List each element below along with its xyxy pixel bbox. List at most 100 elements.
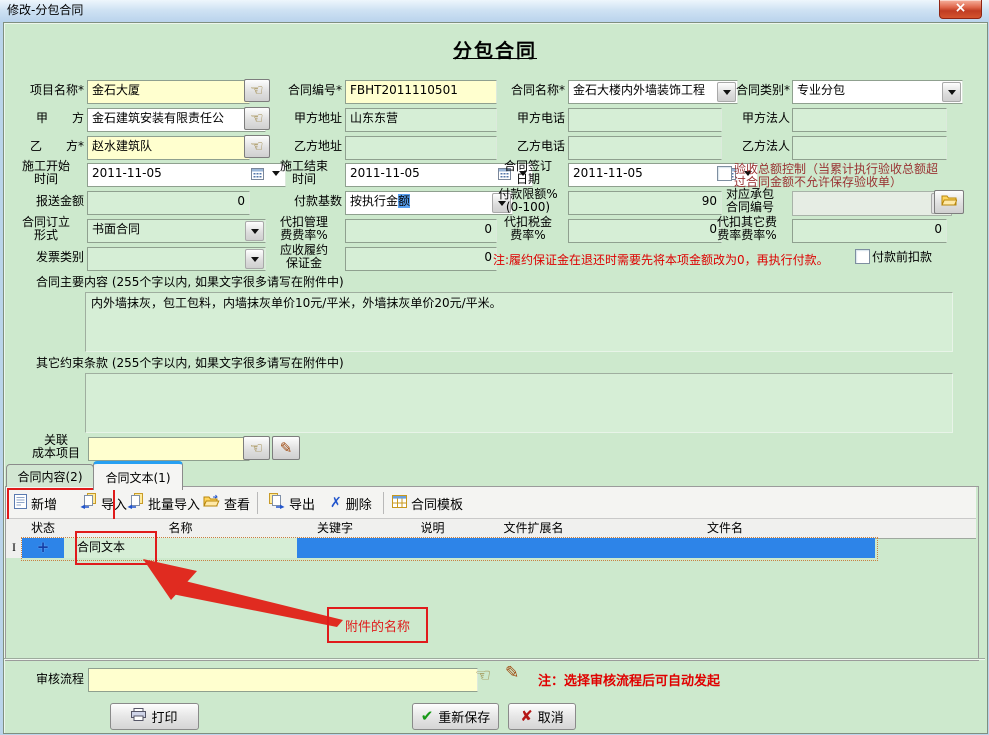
- mgmt-fee-input[interactable]: 0: [345, 219, 497, 243]
- window-title: 修改-分包合同: [7, 3, 83, 17]
- main-content-label: 合同主要内容 (255个字以内, 如果文字很多请写在附件中): [36, 276, 536, 289]
- attachment-keyword-cell[interactable]: [297, 538, 373, 558]
- party-a-select[interactable]: 金石建筑安装有限责任公: [87, 108, 266, 132]
- main-content-textarea[interactable]: 内外墙抹灰，包工包料，内墙抹灰单价10元/平米，外墙抹灰单价20元/平米。: [85, 292, 953, 352]
- pre-payment-deduct-checkbox[interactable]: [855, 249, 870, 264]
- invoice-type-label: 发票类别: [6, 250, 84, 264]
- cancel-x-icon: ✘: [520, 709, 533, 724]
- cancel-button-label: 取消: [538, 707, 564, 726]
- tab-contract-content[interactable]: 合同内容(2): [6, 464, 94, 488]
- payment-limit-input[interactable]: 90: [568, 191, 722, 215]
- related-cost-clear-button[interactable]: ✎: [272, 436, 300, 460]
- attachment-description-cell[interactable]: [373, 538, 492, 558]
- hand-select-icon: ☜: [250, 83, 263, 98]
- print-button[interactable]: 打印: [110, 703, 199, 730]
- deposit-note: 注:履约保证金在退还时需要先将本项金额改为0，再执行付款。: [493, 251, 853, 268]
- other-fee-label: 代扣其它费 费率费率%: [706, 216, 788, 242]
- table-header-filename[interactable]: 文件名: [575, 519, 876, 539]
- view-button[interactable]: 查看: [203, 492, 250, 514]
- invoice-type-select[interactable]: [87, 247, 266, 271]
- browse-contract-button[interactable]: [934, 190, 964, 214]
- table-header-extension[interactable]: 文件扩展名: [492, 519, 576, 539]
- sign-date-value: 2011-11-05: [573, 166, 643, 180]
- party-b-address-input[interactable]: [345, 136, 497, 160]
- review-flow-input[interactable]: [88, 668, 478, 692]
- attachment-status-plus-icon: +: [37, 538, 50, 556]
- party-a-label: 甲 方: [6, 111, 84, 125]
- tab-contract-text[interactable]: 合同文本(1): [93, 461, 183, 490]
- start-date-input[interactable]: 2011-11-05: [87, 163, 286, 187]
- acceptance-control-checkbox[interactable]: [717, 166, 732, 181]
- payment-base-value: 按执行金: [350, 194, 398, 208]
- template-button[interactable]: 合同模板: [392, 492, 463, 514]
- payment-base-label: 付款基数: [266, 194, 342, 208]
- open-folder-icon: [203, 494, 220, 512]
- table-header-description[interactable]: 说明: [373, 519, 493, 539]
- cancel-button[interactable]: ✘ 取消: [508, 703, 576, 730]
- annotation-box-name-cell: [75, 531, 157, 565]
- project-name-label: 项目名称*: [6, 83, 84, 97]
- end-date-value: 2011-11-05: [350, 166, 420, 180]
- other-fee-input[interactable]: 0: [792, 219, 947, 243]
- party-b-phone-label: 乙方电话: [490, 139, 565, 153]
- export-button-label: 导出: [289, 494, 315, 513]
- related-cost-label: 关联 成本项目: [28, 434, 84, 460]
- attachment-status-cell[interactable]: +: [22, 538, 64, 558]
- export-icon: [268, 493, 285, 513]
- party-a-phone-input[interactable]: [568, 108, 722, 132]
- hand-select-icon: ☜: [250, 111, 263, 126]
- folder-icon: [941, 194, 957, 210]
- contract-type-value: 专业分包: [797, 83, 845, 97]
- party-a-phone-label: 甲方电话: [490, 111, 565, 125]
- other-terms-label: 其它约束条款 (255个字以内, 如果文字很多请写在附件中): [36, 357, 536, 370]
- start-date-label: 施工开始 时间: [8, 160, 84, 186]
- calendar-icon[interactable]: [251, 167, 264, 185]
- contract-no-input[interactable]: FBHT2011110501: [345, 80, 497, 104]
- party-b-phone-input[interactable]: [568, 136, 722, 160]
- close-button[interactable]: ×: [939, 0, 982, 19]
- batch-import-button-label: 批量导入: [148, 494, 200, 513]
- deposit-input[interactable]: 0: [345, 247, 497, 271]
- row-indicator: I: [6, 538, 23, 558]
- chevron-down-icon[interactable]: [245, 221, 264, 241]
- party-a-legal-input[interactable]: [792, 108, 947, 132]
- report-amount-input[interactable]: 0: [87, 191, 250, 215]
- pencil-icon[interactable]: ✎: [505, 665, 519, 682]
- chevron-down-icon[interactable]: [245, 249, 264, 269]
- page-title: 分包合同: [395, 36, 595, 63]
- attachment-extension-cell[interactable]: [492, 538, 575, 558]
- attachment-filename-cell[interactable]: [575, 538, 875, 558]
- annotation-label: 附件的名称: [345, 616, 410, 635]
- end-date-label: 施工结束 时间: [268, 160, 340, 186]
- template-button-label: 合同模板: [411, 494, 463, 513]
- payment-limit-label: 付款限额% (0-100): [493, 188, 563, 214]
- party-a-address-input[interactable]: 山东东营: [345, 108, 497, 132]
- review-flow-note: 注：选择审核流程后可自动发起: [538, 670, 720, 689]
- party-b-legal-input[interactable]: [792, 136, 947, 160]
- related-cost-picker-button[interactable]: ☜: [243, 436, 270, 460]
- party-b-input[interactable]: 赵水建筑队: [87, 136, 250, 160]
- start-date-value: 2011-11-05: [92, 166, 162, 180]
- export-button[interactable]: 导出: [268, 492, 315, 514]
- batch-import-button[interactable]: 批量导入: [127, 492, 200, 514]
- payment-base-select[interactable]: 按执行金额: [345, 191, 513, 215]
- hand-select-icon[interactable]: ☜: [475, 667, 491, 685]
- related-cost-input[interactable]: [88, 437, 250, 461]
- contract-form-select[interactable]: 书面合同: [87, 219, 266, 243]
- table-header-status[interactable]: 状态: [22, 519, 65, 539]
- table-header-keyword[interactable]: 关键字: [297, 519, 374, 539]
- contract-form-label: 合同订立 形式: [8, 216, 84, 242]
- project-name-input[interactable]: 金石大厦: [87, 80, 250, 104]
- save-button[interactable]: ✔ 重新保存: [412, 703, 499, 730]
- chevron-down-icon[interactable]: [942, 82, 961, 102]
- contract-type-select[interactable]: 专业分包: [792, 80, 963, 104]
- matching-contract-label: 对应承包 合同编号: [712, 188, 788, 214]
- table-header-indicator: [6, 519, 23, 539]
- matching-contract-select: [792, 191, 952, 216]
- table-header-filler: [875, 519, 976, 539]
- other-terms-textarea[interactable]: [85, 373, 953, 433]
- title-bar: 修改-分包合同: [0, 0, 989, 22]
- footer-separator: [4, 658, 985, 660]
- delete-button[interactable]: ✗ 删除: [330, 492, 372, 514]
- tax-fee-input[interactable]: 0: [568, 219, 722, 243]
